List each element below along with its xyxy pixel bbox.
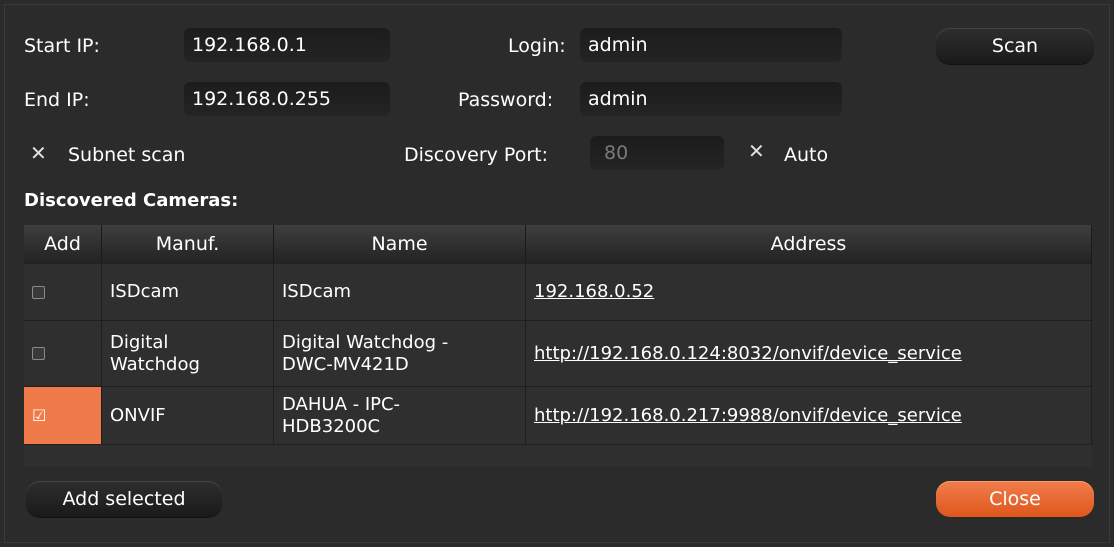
discovery-port-field[interactable]: 80 <box>590 136 724 170</box>
manuf-text: Digital Watchdog <box>110 331 200 375</box>
add-checkbox[interactable] <box>32 285 45 299</box>
table-row-add-cell[interactable]: ☑ <box>24 387 102 445</box>
end-ip-field[interactable]: 192.168.0.255 <box>184 82 390 116</box>
checkmark-icon[interactable]: ☑ <box>32 405 46 427</box>
login-field[interactable]: admin <box>580 28 842 62</box>
auto-label: Auto <box>784 144 829 166</box>
discovered-cameras-title: Discovered Cameras: <box>24 190 239 211</box>
add-checkbox[interactable] <box>32 347 45 360</box>
table-row-add-cell[interactable] <box>24 264 102 321</box>
name-text: Digital Watchdog - DWC-MV421D <box>282 331 449 375</box>
column-header-address[interactable]: Address <box>526 225 1092 264</box>
column-header-add[interactable]: Add <box>24 225 102 264</box>
table-cell-manuf: Digital Watchdog <box>102 321 274 387</box>
add-selected-button[interactable]: Add selected <box>26 481 222 517</box>
end-ip-label: End IP: <box>24 89 90 111</box>
close-button[interactable]: Close <box>936 481 1094 517</box>
subnet-scan-checkbox[interactable]: ✕ <box>30 143 47 163</box>
table-cell-name: ISDcam <box>274 264 526 321</box>
table-row-add-cell[interactable] <box>24 321 102 387</box>
table-cell-address[interactable]: 192.168.0.52 <box>526 264 1092 321</box>
address-link[interactable]: http://192.168.0.217:9988/onvif/device_s… <box>534 405 962 427</box>
address-link[interactable]: 192.168.0.52 <box>534 281 654 303</box>
password-field[interactable]: admin <box>580 82 842 116</box>
subnet-scan-label: Subnet scan <box>68 144 186 166</box>
start-ip-label: Start IP: <box>24 35 100 57</box>
table-cell-manuf: ISDcam <box>102 264 274 321</box>
table-cell-name: DAHUA - IPC-HDB3200C <box>274 387 526 445</box>
column-header-name[interactable]: Name <box>274 225 526 264</box>
table-cell-address[interactable]: http://192.168.0.124:8032/onvif/device_s… <box>526 321 1092 387</box>
password-label: Password: <box>458 89 554 111</box>
scan-button[interactable]: Scan <box>936 28 1094 64</box>
table-cell-name: Digital Watchdog - DWC-MV421D <box>274 321 526 387</box>
name-text: DAHUA - IPC-HDB3200C <box>282 393 401 437</box>
column-header-manuf[interactable]: Manuf. <box>102 225 274 264</box>
table-cell-address[interactable]: http://192.168.0.217:9988/onvif/device_s… <box>526 387 1092 445</box>
table-cell-manuf: ONVIF <box>102 387 274 445</box>
login-label: Login: <box>508 35 566 57</box>
discovery-port-label: Discovery Port: <box>404 144 548 166</box>
start-ip-field[interactable]: 192.168.0.1 <box>184 28 390 62</box>
address-link[interactable]: http://192.168.0.124:8032/onvif/device_s… <box>534 343 962 365</box>
cameras-table: Add Manuf. Name Address ISDcam ISDcam 19… <box>24 225 1092 467</box>
auto-checkbox[interactable]: ✕ <box>748 141 765 161</box>
